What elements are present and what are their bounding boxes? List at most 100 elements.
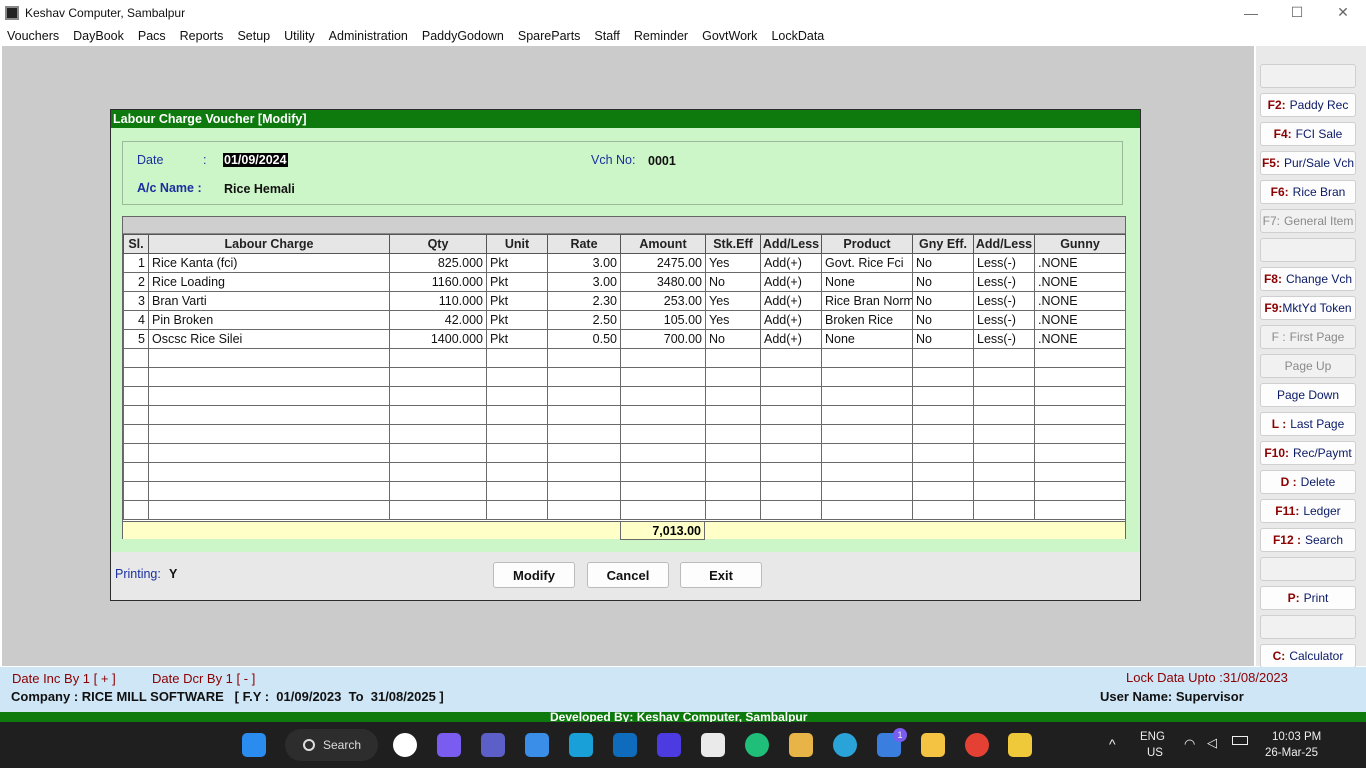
table-cell[interactable]: Bran Varti xyxy=(148,291,390,311)
menu-utility[interactable]: Utility xyxy=(277,29,322,43)
side-button-change-vch[interactable]: F8: Change Vch xyxy=(1260,267,1356,291)
chart-app-icon[interactable] xyxy=(745,733,769,757)
empty-cell[interactable] xyxy=(1034,481,1126,501)
table-cell[interactable]: No xyxy=(705,329,761,349)
empty-cell[interactable] xyxy=(705,443,761,463)
col-header[interactable]: Qty xyxy=(389,234,487,254)
empty-cell[interactable] xyxy=(148,367,390,387)
col-header[interactable]: Stk.Eff xyxy=(705,234,761,254)
empty-cell[interactable] xyxy=(620,367,706,387)
table-cell[interactable]: Pkt xyxy=(486,253,548,273)
empty-cell[interactable] xyxy=(389,386,487,406)
lang-eng[interactable]: ENG xyxy=(1140,731,1165,743)
empty-cell[interactable] xyxy=(486,405,548,425)
empty-cell[interactable] xyxy=(620,443,706,463)
empty-cell[interactable] xyxy=(1034,462,1126,482)
empty-cell[interactable] xyxy=(760,348,822,368)
empty-cell[interactable] xyxy=(486,367,548,387)
empty-cell[interactable] xyxy=(760,367,822,387)
empty-cell[interactable] xyxy=(1034,386,1126,406)
side-button-blank-3[interactable] xyxy=(1260,557,1356,581)
empty-row[interactable] xyxy=(123,386,1126,406)
close-button[interactable]: ✕ xyxy=(1320,0,1366,25)
empty-cell[interactable] xyxy=(912,405,974,425)
empty-cell[interactable] xyxy=(973,443,1035,463)
table-cell[interactable]: 2475.00 xyxy=(620,253,706,273)
table-row[interactable]: 2 Rice Loading 1160.000 Pkt 3.00 3480.00 No Add… xyxy=(123,272,1126,292)
side-button-rec-paymt[interactable]: F10: Rec/Paymt xyxy=(1260,441,1356,465)
side-button-ledger[interactable]: F11: Ledger xyxy=(1260,499,1356,523)
clock-time[interactable]: 10:03 PM xyxy=(1272,731,1321,743)
empty-cell[interactable] xyxy=(123,481,149,501)
menu-reports[interactable]: Reports xyxy=(173,29,231,43)
empty-cell[interactable] xyxy=(1034,348,1126,368)
remote-app-icon[interactable] xyxy=(393,733,417,757)
empty-cell[interactable] xyxy=(148,386,390,406)
table-row[interactable]: 4 Pin Broken 42.000 Pkt 2.50 105.00 Yes Add(+) B… xyxy=(123,310,1126,330)
minimize-button[interactable]: — xyxy=(1228,0,1274,25)
empty-cell[interactable] xyxy=(389,348,487,368)
empty-cell[interactable] xyxy=(705,386,761,406)
table-cell[interactable]: Pkt xyxy=(486,310,548,330)
menu-govtwork[interactable]: GovtWork xyxy=(695,29,764,43)
file-explorer-icon[interactable] xyxy=(921,733,945,757)
empty-cell[interactable] xyxy=(389,500,487,520)
empty-cell[interactable] xyxy=(123,405,149,425)
empty-cell[interactable] xyxy=(821,500,913,520)
table-cell[interactable]: Rice Kanta (fci) xyxy=(148,253,390,273)
menu-setup[interactable]: Setup xyxy=(230,29,277,43)
date-field[interactable]: 01/09/2024 xyxy=(223,153,288,167)
empty-cell[interactable] xyxy=(973,424,1035,444)
table-cell[interactable]: No xyxy=(912,272,974,292)
col-header[interactable]: Add/Less xyxy=(973,234,1035,254)
table-row[interactable]: 3 Bran Varti 110.000 Pkt 2.30 253.00 Yes Add(+)… xyxy=(123,291,1126,311)
empty-cell[interactable] xyxy=(705,462,761,482)
empty-cell[interactable] xyxy=(705,405,761,425)
table-cell[interactable]: 0.50 xyxy=(547,329,621,349)
edge-icon[interactable] xyxy=(833,733,857,757)
table-cell[interactable]: Add(+) xyxy=(760,329,822,349)
empty-cell[interactable] xyxy=(912,348,974,368)
empty-cell[interactable] xyxy=(912,462,974,482)
empty-cell[interactable] xyxy=(547,443,621,463)
empty-cell[interactable] xyxy=(705,367,761,387)
empty-cell[interactable] xyxy=(389,367,487,387)
teams-icon[interactable] xyxy=(481,733,505,757)
empty-cell[interactable] xyxy=(620,424,706,444)
table-cell[interactable]: Rice Bran Norm xyxy=(821,291,913,311)
m365-icon[interactable] xyxy=(525,733,549,757)
empty-cell[interactable] xyxy=(148,443,390,463)
table-cell[interactable]: Pkt xyxy=(486,291,548,311)
table-cell[interactable]: Yes xyxy=(705,291,761,311)
table-cell[interactable]: Less(-) xyxy=(973,329,1035,349)
empty-cell[interactable] xyxy=(620,500,706,520)
empty-cell[interactable] xyxy=(912,424,974,444)
empty-cell[interactable] xyxy=(705,481,761,501)
side-button-last-page[interactable]: L : Last Page xyxy=(1260,412,1356,436)
modify-button[interactable]: Modify xyxy=(493,562,575,588)
empty-cell[interactable] xyxy=(123,500,149,520)
empty-cell[interactable] xyxy=(486,481,548,501)
table-cell[interactable]: 2.50 xyxy=(547,310,621,330)
table-cell[interactable]: Less(-) xyxy=(973,291,1035,311)
table-cell[interactable]: Less(-) xyxy=(973,253,1035,273)
empty-cell[interactable] xyxy=(123,424,149,444)
col-header[interactable]: Amount xyxy=(620,234,706,254)
table-cell[interactable]: No xyxy=(912,329,974,349)
empty-cell[interactable] xyxy=(973,348,1035,368)
empty-cell[interactable] xyxy=(486,424,548,444)
lang-us[interactable]: US xyxy=(1147,747,1163,759)
ac-name-field[interactable]: Rice Hemali xyxy=(224,182,295,196)
col-header[interactable]: Rate xyxy=(547,234,621,254)
empty-cell[interactable] xyxy=(547,424,621,444)
battery-icon[interactable] xyxy=(1232,736,1248,745)
app-icon-n[interactable] xyxy=(657,733,681,757)
empty-cell[interactable] xyxy=(389,462,487,482)
clock-date[interactable]: 26-Mar-25 xyxy=(1265,747,1318,759)
empty-cell[interactable] xyxy=(912,481,974,501)
empty-cell[interactable] xyxy=(486,386,548,406)
table-cell[interactable]: 3.00 xyxy=(547,253,621,273)
empty-cell[interactable] xyxy=(148,481,390,501)
side-button-pur-sale-vch[interactable]: F5: Pur/Sale Vch xyxy=(1260,151,1356,175)
empty-cell[interactable] xyxy=(123,367,149,387)
